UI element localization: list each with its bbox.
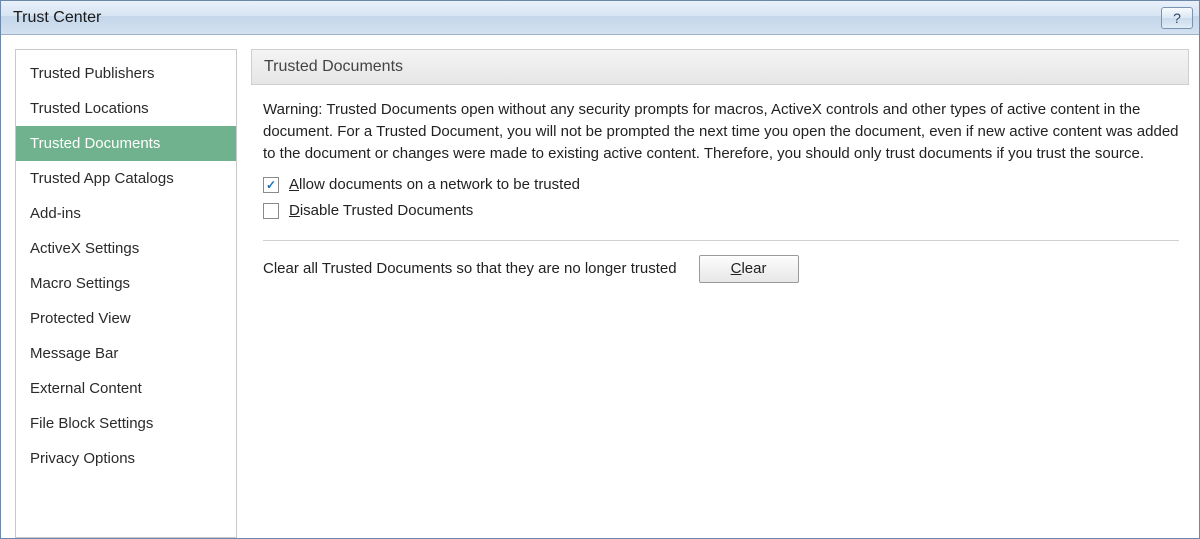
- option-allow-network-trusted[interactable]: Allow documents on a network to be trust…: [263, 174, 1179, 196]
- option-disable-trusted-documents[interactable]: Disable Trusted Documents: [263, 200, 1179, 222]
- main-panel: Trusted Documents Warning: Trusted Docum…: [243, 35, 1199, 538]
- sidebar-item-privacy-options[interactable]: Privacy Options: [16, 441, 236, 476]
- clear-description: Clear all Trusted Documents so that they…: [263, 258, 677, 280]
- section-header: Trusted Documents: [251, 49, 1189, 85]
- clear-button[interactable]: Clear: [699, 255, 799, 283]
- sidebar-item-add-ins[interactable]: Add-ins: [16, 196, 236, 231]
- sidebar-item-external-content[interactable]: External Content: [16, 371, 236, 406]
- sidebar-item-protected-view[interactable]: Protected View: [16, 301, 236, 336]
- help-button[interactable]: ?: [1161, 7, 1193, 29]
- sidebar-item-trusted-documents[interactable]: Trusted Documents: [16, 126, 236, 161]
- trust-center-window: Trust Center ? Trusted Publishers Truste…: [0, 0, 1200, 539]
- checkbox-label: Disable Trusted Documents: [289, 200, 473, 222]
- checkbox-icon[interactable]: [263, 203, 279, 219]
- sidebar-item-trusted-locations[interactable]: Trusted Locations: [16, 91, 236, 126]
- sidebar-item-macro-settings[interactable]: Macro Settings: [16, 266, 236, 301]
- clear-row: Clear all Trusted Documents so that they…: [263, 255, 1179, 283]
- window-controls: ?: [1159, 7, 1193, 29]
- checkbox-label: Allow documents on a network to be trust…: [289, 174, 580, 196]
- window-title: Trust Center: [13, 9, 101, 27]
- sidebar-item-message-bar[interactable]: Message Bar: [16, 336, 236, 371]
- sidebar-item-trusted-app-catalogs[interactable]: Trusted App Catalogs: [16, 161, 236, 196]
- titlebar: Trust Center ?: [1, 1, 1199, 35]
- divider: [263, 240, 1179, 241]
- checkbox-icon[interactable]: [263, 177, 279, 193]
- help-icon: ?: [1173, 10, 1181, 26]
- category-sidebar: Trusted Publishers Trusted Locations Tru…: [15, 49, 237, 538]
- section-content: Warning: Trusted Documents open without …: [251, 85, 1189, 283]
- sidebar-item-activex-settings[interactable]: ActiveX Settings: [16, 231, 236, 266]
- sidebar-item-file-block-settings[interactable]: File Block Settings: [16, 406, 236, 441]
- dialog-body: Trusted Publishers Trusted Locations Tru…: [1, 35, 1199, 538]
- warning-text: Warning: Trusted Documents open without …: [263, 99, 1179, 164]
- sidebar-item-trusted-publishers[interactable]: Trusted Publishers: [16, 56, 236, 91]
